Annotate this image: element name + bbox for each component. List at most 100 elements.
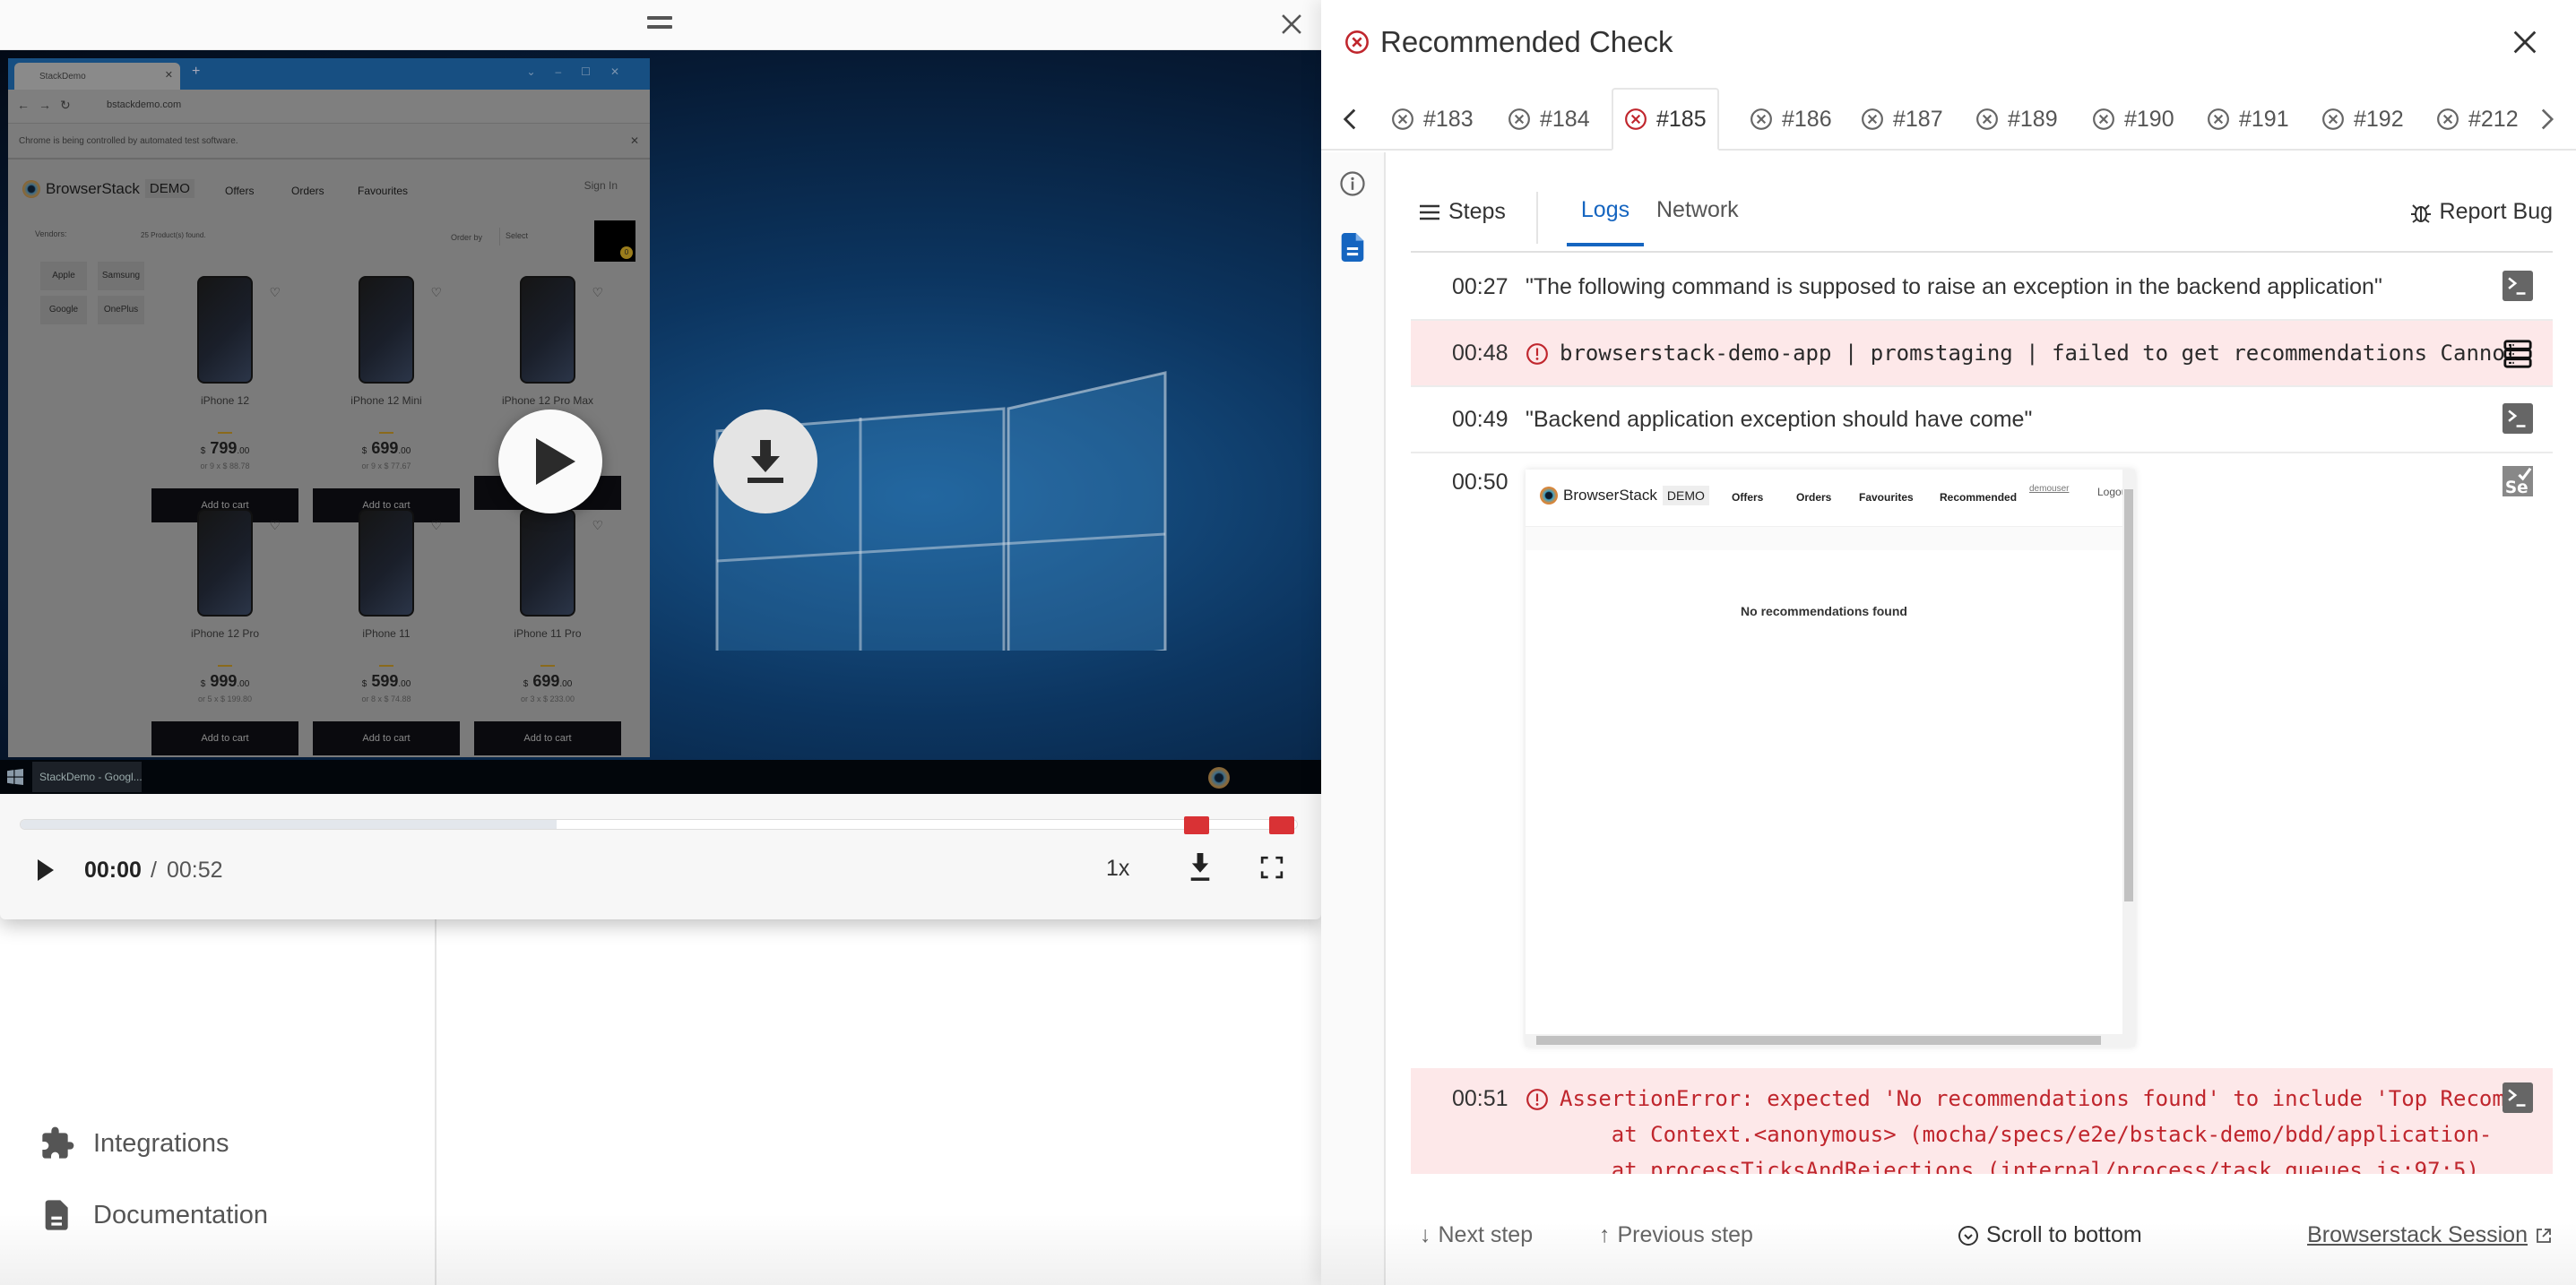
previous-step-button[interactable]: ↑ Previous step — [1599, 1222, 1753, 1248]
browser-tabbar: StackDemo ✕ + ⌄–☐✕ — [8, 58, 650, 90]
selenium-icon[interactable]: Se — [2503, 466, 2533, 496]
run-tab[interactable]: #191 — [2196, 88, 2300, 151]
document-icon — [45, 1200, 68, 1230]
video-frame[interactable]: StackDemo ✕ + ⌄–☐✕ ←→↻ bstackdemo.com Ch… — [0, 50, 1321, 794]
vendor-filter: Apple — [40, 262, 87, 290]
taskbar-app-label: StackDemo - Googl... — [39, 771, 142, 783]
panel-content: Steps Logs Network Report Bug 00:27 "The… — [1386, 152, 2576, 1285]
failed-status-icon — [1750, 108, 1772, 130]
log-timestamp: 00:51 — [1452, 1086, 1508, 1111]
failed-status-icon — [1976, 108, 1998, 130]
screenshot-site-header: BrowserStack DEMO Offers Orders Favourit… — [1526, 470, 2131, 527]
report-bug-button[interactable]: Report Bug — [2410, 199, 2553, 225]
scroll-to-bottom-button[interactable]: Scroll to bottom — [1958, 1222, 2142, 1248]
run-tab[interactable]: #187 — [1850, 88, 1954, 151]
run-tab[interactable]: #189 — [1965, 88, 2069, 151]
terminal-icon[interactable] — [2503, 403, 2533, 434]
failed-status-icon — [1508, 108, 1530, 130]
server-icon[interactable] — [2503, 339, 2533, 369]
sidebar-item-documentation[interactable]: Documentation — [39, 1197, 268, 1233]
sidebar-item-label: Documentation — [93, 1200, 269, 1229]
site-brand: BrowserStack — [46, 179, 140, 197]
run-tab-label: #190 — [2124, 106, 2174, 132]
product-name: iPhone 12 Pro — [190, 627, 260, 640]
run-tab[interactable]: #186 — [1739, 88, 1843, 151]
product-divider — [379, 665, 393, 667]
run-tab[interactable]: #183 — [1380, 88, 1484, 151]
download-icon[interactable] — [1189, 853, 1212, 882]
failed-status-icon — [2437, 108, 2459, 130]
close-icon[interactable] — [2510, 27, 2540, 57]
logs-document-icon[interactable] — [1341, 233, 1364, 262]
close-icon: ✕ — [629, 134, 639, 147]
play-icon — [536, 438, 575, 485]
browser-tab-title: StackDemo — [39, 71, 86, 82]
popup-header — [0, 0, 1321, 50]
browserstack-session-link[interactable]: Browserstack Session — [2307, 1222, 2553, 1248]
sidebar-item-integrations[interactable]: Integrations — [39, 1125, 229, 1161]
play-icon[interactable] — [36, 858, 56, 882]
price-value: 799 — [210, 439, 238, 457]
session-link-label: Browserstack Session — [2307, 1222, 2528, 1247]
error-marker[interactable] — [1268, 816, 1294, 834]
bug-icon — [2410, 203, 2431, 223]
automation-banner-text: Chrome is being controlled by automated … — [19, 136, 238, 146]
external-link-icon — [2537, 1228, 2551, 1243]
video-progress-slider[interactable] — [20, 816, 1298, 834]
product-card: ♡ iPhone 12 Pro $ 999.00 or 5 x $ 199.80 Add… — [151, 509, 298, 755]
screenshot-band — [1526, 527, 2122, 550]
svg-text:Se: Se — [2505, 479, 2528, 496]
error-marker[interactable] — [1183, 816, 1209, 834]
add-to-cart-button: Add to cart — [151, 721, 298, 755]
run-tab[interactable]: #192 — [2311, 88, 2415, 151]
info-icon[interactable] — [1339, 170, 1366, 197]
product-name: iPhone 12 — [200, 394, 250, 407]
site-nav-link: Orders — [291, 185, 324, 197]
playback-speed-button[interactable]: 1x — [1106, 856, 1129, 882]
installment-text: or 8 x $ 74.88 — [361, 694, 411, 703]
browserstack-tray-icon — [1208, 767, 1230, 789]
panel-title: Recommended Check — [1344, 25, 1673, 59]
run-tab[interactable]: #212 — [2425, 88, 2529, 151]
run-tab[interactable]: #185 — [1612, 88, 1719, 151]
chevron-left-icon[interactable] — [1341, 108, 1359, 131]
log-row: 00:49 "Backend application exception sho… — [1411, 387, 2553, 453]
currency: $ — [361, 679, 367, 689]
site-nav-link: Favourites — [358, 185, 409, 197]
download-overlay-button[interactable] — [713, 410, 817, 513]
product-card: ♡ iPhone 12 Mini $ 699.00 or 9 x $ 77.67 Add… — [313, 276, 460, 522]
site-nav-link: Offers — [225, 185, 255, 197]
run-tab-label: #186 — [1782, 106, 1832, 132]
alert-circle-icon — [1526, 343, 1548, 365]
tab-network[interactable]: Network — [1656, 197, 1739, 223]
test-details-panel: Recommended Check #183 #184 #185 #186 #187 #1… — [1321, 0, 2576, 1285]
next-step-button[interactable]: ↓ Next step — [1420, 1222, 1533, 1248]
log-list[interactable]: 00:27 "The following command is supposed… — [1411, 254, 2553, 1174]
terminal-icon[interactable] — [2503, 1082, 2533, 1113]
run-tab[interactable]: #184 — [1497, 88, 1601, 151]
tab-logs[interactable]: Logs — [1567, 197, 1644, 246]
play-overlay-button[interactable] — [498, 410, 602, 513]
drag-handle-icon[interactable] — [647, 16, 672, 34]
close-icon[interactable] — [1276, 9, 1307, 39]
currency: $ — [361, 446, 367, 456]
chevron-right-icon[interactable] — [2538, 108, 2556, 131]
product-price: $ 599.00 — [313, 672, 460, 691]
log-message: "Backend application exception should ha… — [1526, 407, 2033, 432]
tab-steps[interactable]: Steps — [1420, 199, 1506, 225]
cart-count: 0 — [620, 246, 633, 259]
empty-state-message: No recommendations found — [1741, 604, 1907, 618]
currency: $ — [200, 679, 206, 689]
arrow-up-icon: ↑ — [1599, 1222, 1611, 1247]
site-nav-link: Favourites — [1859, 491, 1914, 504]
error-line: at Context.<anonymous> (mocha/specs/e2e/… — [1560, 1122, 2493, 1147]
previous-step-label: Previous step — [1617, 1222, 1753, 1247]
product-name: iPhone 12 Pro Max — [501, 394, 594, 407]
price-cents: .00 — [398, 679, 411, 689]
terminal-icon[interactable] — [2503, 271, 2533, 301]
run-tab[interactable]: #190 — [2081, 88, 2185, 151]
fullscreen-icon[interactable] — [1260, 856, 1284, 879]
screenshot-thumbnail[interactable]: BrowserStack DEMO Offers Orders Favourit… — [1526, 470, 2135, 1047]
product-price: $ 999.00 — [151, 672, 298, 691]
product-image — [359, 509, 414, 617]
